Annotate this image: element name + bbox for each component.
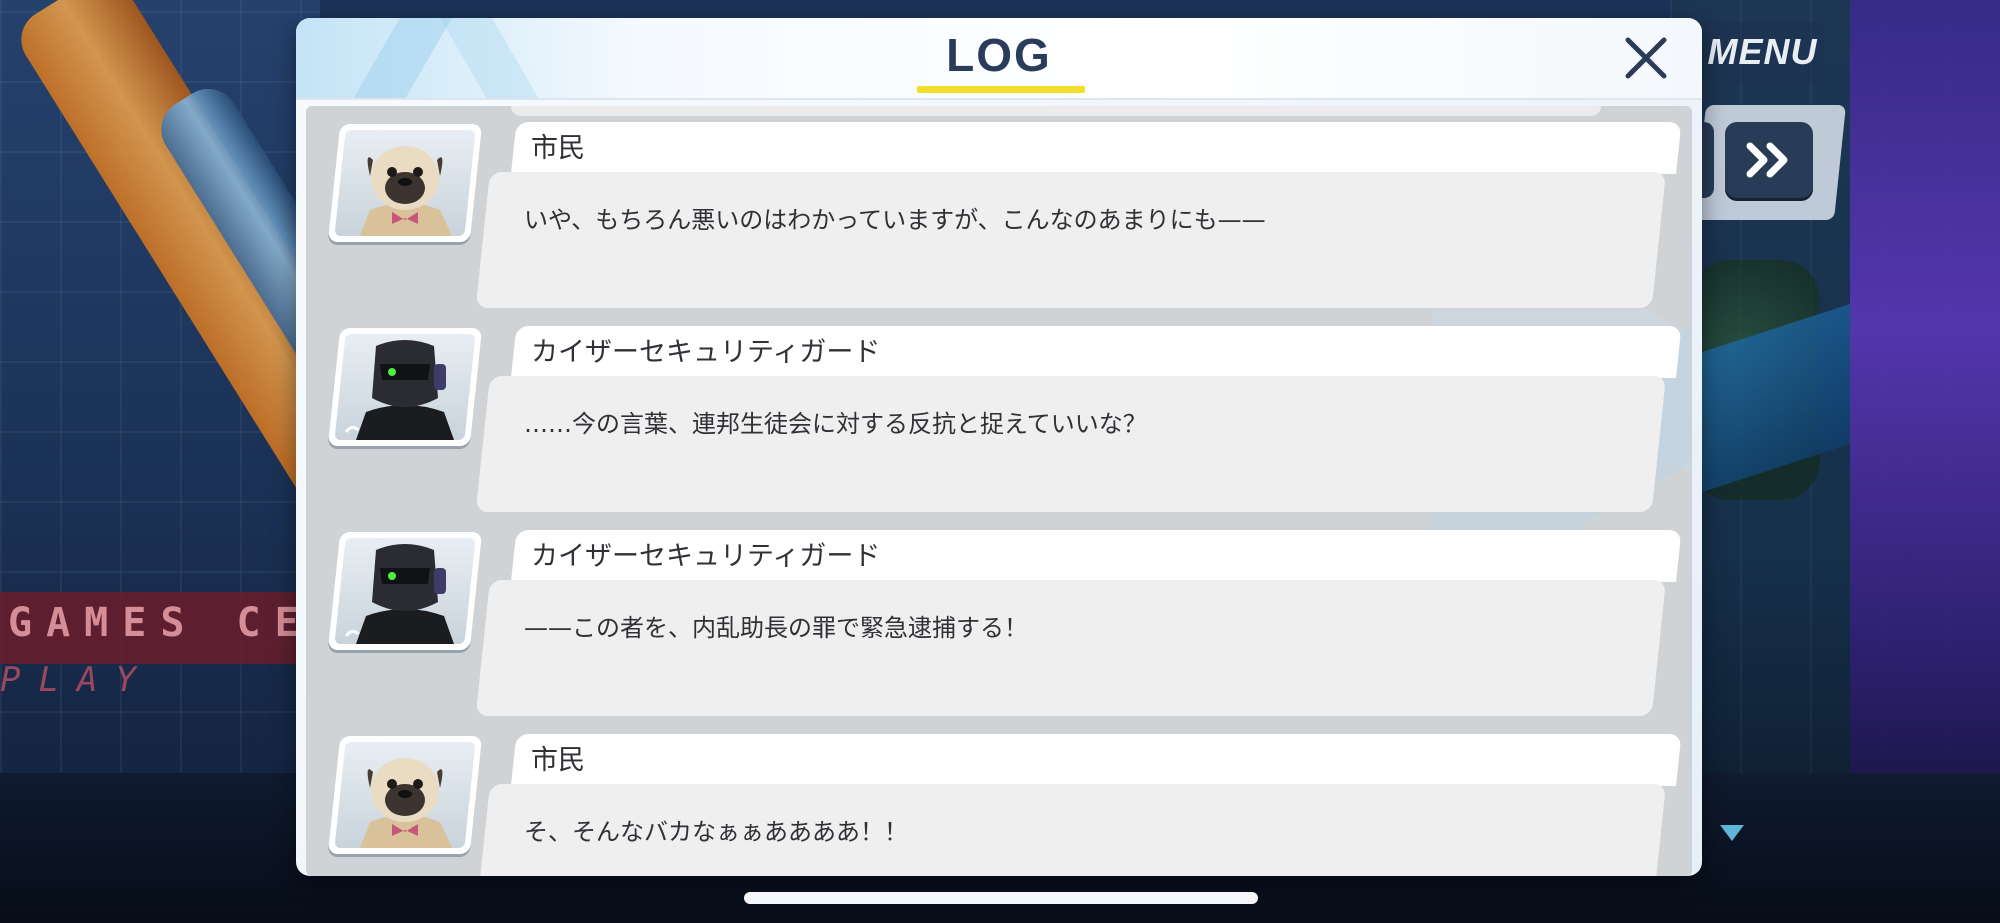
dialogue-box [475,580,1666,716]
close-icon [1625,37,1667,79]
home-indicator[interactable] [744,892,1258,904]
dialogue-text: いや、もちろん悪いのはわかっていますが、こんなのあまりにも—— [524,206,1266,234]
dialogue-box [475,376,1666,512]
log-entry[interactable]: 市民 そ、そんなバカなぁぁああああ！！ [306,730,1692,876]
speaker-portrait [327,736,483,854]
dialogue-text: ——この者を、内乱助長の罪で緊急逮捕する！ [524,614,1028,642]
name-plate [511,734,1682,786]
log-entry[interactable]: カイザーセキュリティガード ……今の言葉、連邦生徒会に対する反抗と捉えていいな？ [306,322,1692,512]
log-header: LOG [296,18,1702,100]
double-chevron-right-icon [1746,142,1788,178]
speaker-name: 市民 [531,745,585,776]
dialogue-text: そ、そんなバカなぁぁああああ！！ [524,818,908,846]
log-title: LOG [946,29,1052,81]
previous-entry-edge [511,106,1601,116]
name-plate [511,122,1682,174]
speaker-name: 市民 [531,133,585,164]
dialogue-text: ……今の言葉、連邦生徒会に対する反抗と捉えていいな？ [524,410,1147,438]
log-window: LOG 市民 いや、もちろん悪いのはわかっていますが、こんなのあまりにも—— カ… [296,18,1702,876]
speaker-portrait [327,124,483,242]
close-button[interactable] [1616,28,1676,88]
speaker-portrait [327,532,483,650]
background-sign-subtext: PLAY [0,660,154,700]
speaker-name: カイザーセキュリティガード [531,337,881,368]
background-billboard [1850,0,2000,820]
hidden-button-edge[interactable] [1702,122,1714,198]
speaker-portrait [327,328,483,446]
pug-portrait-icon [360,146,452,236]
menu-button[interactable]: MENU [1700,22,1825,82]
speaker-name: カイザーセキュリティガード [531,541,881,572]
log-list[interactable]: 市民 いや、もちろん悪いのはわかっていますが、こんなのあまりにも—— カイザーセ… [306,106,1692,876]
triangle-down-icon [1720,825,1744,841]
robot-guard-portrait-icon [344,340,454,440]
pug-portrait-icon [360,758,452,848]
fast-forward-button[interactable] [1725,122,1813,198]
robot-guard-portrait-icon [344,544,454,644]
dialogue-box [475,172,1666,308]
title-underline [917,86,1085,93]
log-entry[interactable]: カイザーセキュリティガード ——この者を、内乱助長の罪で緊急逮捕する！ [306,526,1692,716]
log-entry[interactable]: 市民 いや、もちろん悪いのはわかっていますが、こんなのあまりにも—— [306,118,1692,308]
